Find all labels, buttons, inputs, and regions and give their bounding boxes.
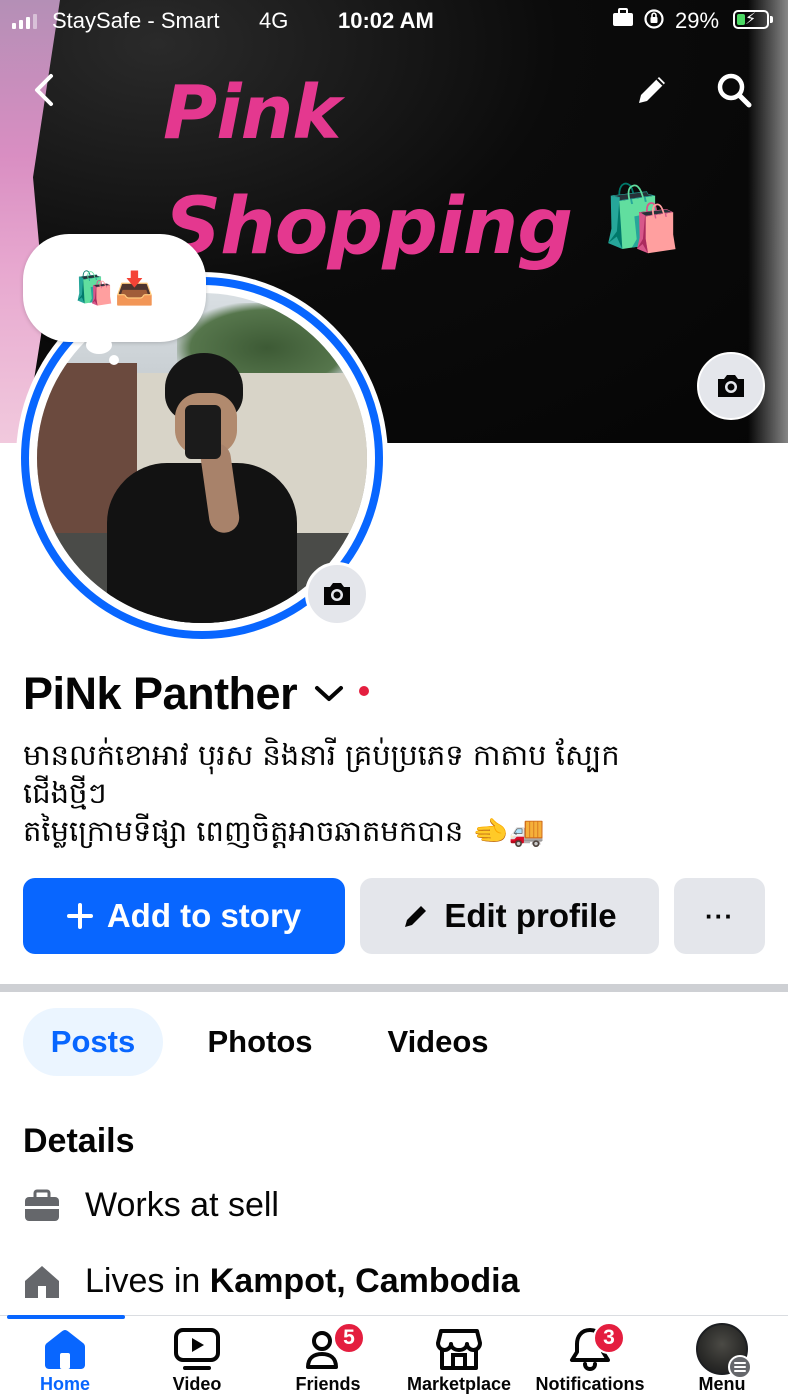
profile-name-row: PiNk Panther bbox=[23, 668, 370, 720]
camera-icon bbox=[324, 583, 350, 605]
cover-title-line2: Shopping bbox=[165, 182, 573, 272]
nav-video[interactable]: Video bbox=[132, 1324, 262, 1400]
bio-line-1: មានលក់ខោអាវ បុរស និងនារី គ្រប់ប្រភេទ កាត… bbox=[23, 738, 620, 772]
edit-cover-button[interactable] bbox=[624, 62, 680, 118]
profile-note[interactable]: 🛍️📥 bbox=[23, 234, 206, 342]
nav-marketplace[interactable]: Marketplace bbox=[394, 1324, 524, 1400]
nav-friends-label: Friends bbox=[295, 1374, 361, 1394]
plus-icon bbox=[66, 903, 93, 929]
friends-badge: 5 bbox=[333, 1322, 365, 1354]
active-tab-indicator bbox=[7, 1315, 125, 1319]
add-to-story-label: Add to story bbox=[106, 897, 302, 934]
tab-posts[interactable]: Posts bbox=[23, 1008, 163, 1076]
chevron-down-icon[interactable] bbox=[313, 683, 345, 710]
battery-percent: 29% bbox=[675, 8, 720, 33]
nav-home[interactable]: Home bbox=[0, 1324, 130, 1400]
works-at-text: Works at sell bbox=[85, 1186, 279, 1224]
cover-title-line1: Pink bbox=[163, 70, 341, 156]
notification-dot bbox=[359, 686, 370, 696]
note-emojis: 🛍️📥 bbox=[74, 270, 155, 306]
menu-icon bbox=[728, 1355, 752, 1379]
home-icon bbox=[23, 1264, 85, 1300]
back-button[interactable] bbox=[16, 62, 72, 118]
notifications-badge: 3 bbox=[593, 1322, 625, 1354]
home-icon bbox=[42, 1324, 88, 1374]
camera-icon bbox=[718, 375, 744, 397]
note-tail-small bbox=[109, 355, 119, 365]
lives-in-prefix: Lives in bbox=[85, 1262, 210, 1300]
marketplace-icon bbox=[435, 1324, 483, 1374]
detail-work[interactable]: Works at sell bbox=[23, 1186, 279, 1225]
pencil-icon bbox=[639, 77, 665, 103]
tab-videos[interactable]: Videos bbox=[360, 1008, 516, 1076]
nav-menu[interactable]: Menu bbox=[657, 1323, 787, 1400]
detail-lives[interactable]: Lives in Kampot, Cambodia bbox=[23, 1262, 520, 1301]
friends-icon: 5 bbox=[305, 1322, 365, 1374]
edit-profile-label: Edit profile bbox=[444, 897, 617, 934]
nav-home-label: Home bbox=[39, 1374, 90, 1394]
battery-charging-icon: ⚡ bbox=[733, 10, 773, 29]
search-icon bbox=[717, 73, 752, 108]
avatar bbox=[696, 1323, 752, 1379]
bio-line-2: ជើងថ្មីៗ bbox=[23, 776, 107, 810]
add-to-story-button[interactable]: Add to story bbox=[23, 878, 345, 954]
shopping-bags-icon: 🛍️ bbox=[602, 182, 682, 254]
orientation-lock-icon bbox=[643, 8, 665, 36]
search-button[interactable] bbox=[706, 62, 762, 118]
more-options-button[interactable]: ··· bbox=[674, 878, 765, 954]
nav-video-label: Video bbox=[172, 1374, 222, 1394]
briefcase-icon bbox=[23, 1189, 85, 1223]
bell-icon: 3 bbox=[567, 1322, 625, 1374]
status-time: 10:02 AM bbox=[338, 8, 434, 33]
edit-profile-button[interactable]: Edit profile bbox=[360, 878, 659, 954]
carrier-name: StaySafe - Smart bbox=[52, 8, 220, 33]
cover-camera-button[interactable] bbox=[697, 352, 765, 420]
nav-marketplace-label: Marketplace bbox=[406, 1374, 512, 1394]
signal-icon bbox=[12, 13, 38, 29]
note-tail bbox=[86, 336, 112, 354]
bottom-nav: Home Video 5 Friends Marketplace 3 Notif… bbox=[0, 1315, 788, 1400]
tab-photos[interactable]: Photos bbox=[180, 1008, 340, 1076]
video-icon bbox=[173, 1324, 221, 1374]
profile-name: PiNk Panther bbox=[23, 668, 298, 719]
briefcase-icon bbox=[612, 8, 634, 34]
chevron-left-icon bbox=[35, 74, 53, 106]
details-heading: Details bbox=[23, 1122, 135, 1160]
more-icon: ··· bbox=[705, 900, 734, 931]
nav-notifications[interactable]: 3 Notifications bbox=[525, 1322, 655, 1400]
section-divider bbox=[0, 984, 788, 992]
nav-notifications-label: Notifications bbox=[535, 1374, 645, 1394]
lives-in-place: Kampot, Cambodia bbox=[209, 1262, 520, 1300]
pencil-icon bbox=[402, 902, 430, 930]
bio-line-3: តម្លៃក្រោមទីផ្សា ពេញចិត្តអាចឆាតមកបាន 🫲🚚 bbox=[23, 814, 545, 848]
status-bar: StaySafe - Smart 4G 10:02 AM 29% ⚡ bbox=[0, 0, 788, 40]
network-type: 4G bbox=[259, 8, 289, 33]
profile-bio: មានលក់ខោអាវ បុរស និងនារី គ្រប់ប្រភេទ កាត… bbox=[23, 736, 763, 850]
avatar-camera-button[interactable] bbox=[305, 562, 369, 626]
nav-friends[interactable]: 5 Friends bbox=[263, 1322, 393, 1400]
